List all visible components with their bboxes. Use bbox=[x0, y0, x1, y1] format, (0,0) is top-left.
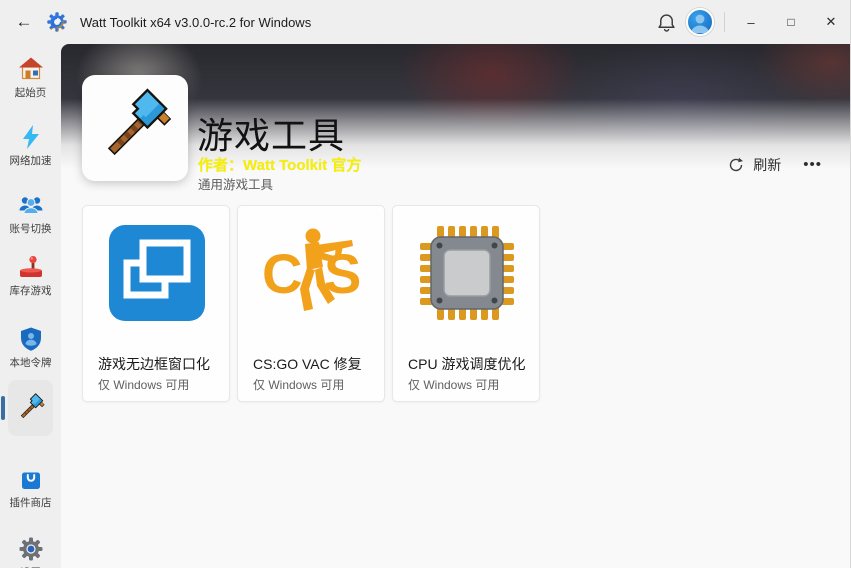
shield-icon bbox=[18, 326, 44, 352]
refresh-icon bbox=[728, 157, 744, 173]
titlebar[interactable]: ← Watt Toolkit x64 v3.0.0-rc.2 for Windo… bbox=[0, 0, 851, 44]
tool-card-list: 游戏无边框窗口化 仅 Windows 可用 C S CS:GO VAC 修复 仅… bbox=[82, 205, 540, 402]
sidebar-item-label: 插件商店 bbox=[10, 495, 52, 510]
minimize-button[interactable]: – bbox=[731, 5, 771, 39]
app-gear-icon bbox=[46, 11, 68, 33]
tool-title: 游戏无边框窗口化 bbox=[98, 354, 210, 374]
sidebar: 起始页 网络加速 账号切换 bbox=[0, 44, 61, 568]
home-icon bbox=[18, 56, 44, 82]
more-options-button[interactable]: ••• bbox=[799, 154, 826, 175]
joystick-icon bbox=[18, 254, 44, 280]
page-title: 游戏工具 bbox=[197, 107, 345, 159]
refresh-label: 刷新 bbox=[753, 155, 781, 175]
tool-availability: 仅 Windows 可用 bbox=[408, 376, 499, 393]
tool-availability: 仅 Windows 可用 bbox=[98, 376, 189, 393]
bell-icon bbox=[656, 12, 677, 33]
sidebar-item-accelerator[interactable]: 网络加速 bbox=[0, 124, 61, 168]
close-button[interactable]: ✕ bbox=[811, 5, 851, 39]
lightning-icon bbox=[18, 124, 44, 150]
tool-collection-icon-card bbox=[82, 75, 188, 181]
content-pane: 游戏工具 作者：Watt Toolkit 官方 通用游戏工具 刷新 ••• bbox=[61, 44, 850, 568]
sidebar-item-label: 起始页 bbox=[15, 85, 47, 100]
csgo-letter-c: C bbox=[262, 242, 302, 305]
tool-card-borderless-window[interactable]: 游戏无边框窗口化 仅 Windows 可用 bbox=[82, 205, 230, 402]
cpu-chip-icon bbox=[417, 223, 517, 323]
users-icon bbox=[18, 192, 44, 218]
back-button[interactable]: ← bbox=[8, 6, 40, 38]
maximize-button[interactable]: □ bbox=[771, 5, 811, 39]
watt-toolkit-window: { "window": { "title": "Watt Toolkit x64… bbox=[0, 0, 851, 568]
author-line: 作者：Watt Toolkit 官方 bbox=[198, 154, 361, 175]
avatar[interactable] bbox=[686, 8, 714, 36]
sidebar-item-label: 账号切换 bbox=[10, 221, 52, 236]
header-actions: 刷新 ••• bbox=[728, 154, 826, 175]
sidebar-item-plugin-store[interactable]: 插件商店 bbox=[0, 466, 61, 510]
csgo-logo-icon: C S bbox=[262, 223, 362, 323]
sidebar-item-label: 库存游戏 bbox=[10, 283, 52, 298]
tool-availability: 仅 Windows 可用 bbox=[253, 376, 344, 393]
titlebar-divider bbox=[724, 12, 725, 32]
gear-icon bbox=[18, 536, 44, 562]
page-description: 通用游戏工具 bbox=[198, 174, 273, 193]
tool-card-csgo-vac-fix[interactable]: C S CS:GO VAC 修复 仅 Windows 可用 bbox=[237, 205, 385, 402]
notifications-button[interactable] bbox=[650, 6, 682, 38]
tool-title: CS:GO VAC 修复 bbox=[253, 354, 362, 374]
sidebar-item-label: 网络加速 bbox=[10, 153, 52, 168]
sidebar-item-settings[interactable]: 设置 bbox=[0, 536, 61, 568]
sidebar-item-library[interactable]: 库存游戏 bbox=[0, 254, 61, 298]
pixel-axe-icon bbox=[16, 393, 46, 423]
sidebar-item-label: 本地令牌 bbox=[10, 355, 52, 370]
selected-indicator bbox=[1, 396, 5, 420]
tool-title: CPU 游戏调度优化 bbox=[408, 354, 525, 374]
sidebar-item-home[interactable]: 起始页 bbox=[0, 56, 61, 100]
sidebar-item-gametools-selected[interactable] bbox=[8, 380, 53, 436]
sidebar-item-authenticator[interactable]: 本地令牌 bbox=[0, 326, 61, 370]
sidebar-item-accounts[interactable]: 账号切换 bbox=[0, 192, 61, 236]
pixel-axe-icon bbox=[95, 88, 175, 168]
window-title: Watt Toolkit x64 v3.0.0-rc.2 for Windows bbox=[80, 15, 650, 30]
borderless-window-icon bbox=[107, 223, 207, 323]
refresh-button[interactable]: 刷新 bbox=[728, 155, 781, 175]
tool-card-cpu-scheduler[interactable]: CPU 游戏调度优化 仅 Windows 可用 bbox=[392, 205, 540, 402]
store-bag-icon bbox=[18, 466, 44, 492]
